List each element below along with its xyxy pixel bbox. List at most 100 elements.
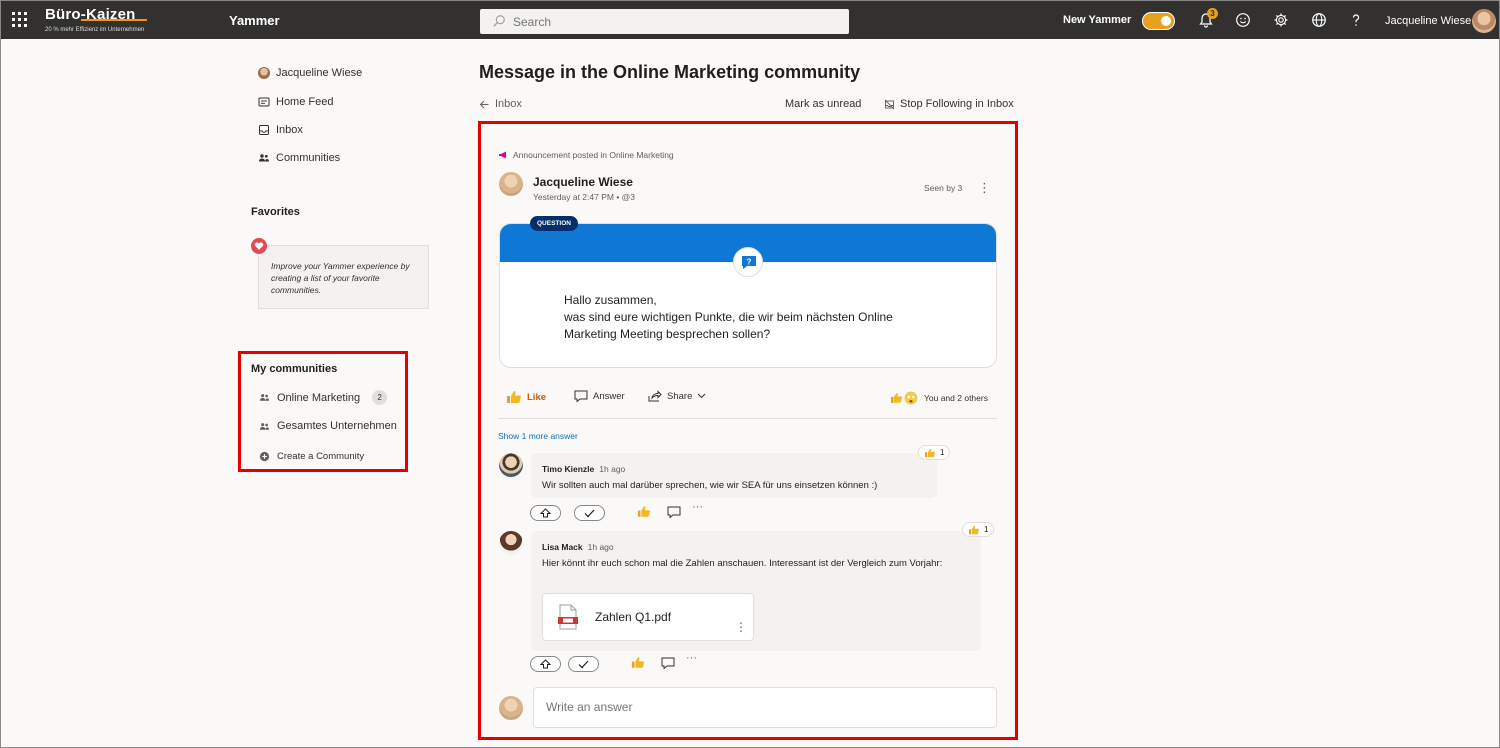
inbox-off-icon [884, 99, 895, 109]
like-reaction-icon[interactable] [637, 505, 651, 518]
search-input[interactable] [513, 13, 833, 30]
heart-icon [251, 238, 267, 254]
like-button[interactable]: Like [506, 390, 546, 404]
reply-comment-icon[interactable] [661, 657, 675, 669]
app-launcher-icon[interactable] [12, 12, 28, 28]
globe-icon[interactable] [1311, 12, 1327, 28]
community-label: Gesamtes Unternehmen [277, 420, 397, 432]
smiley-icon[interactable] [1235, 12, 1251, 28]
answer-button[interactable]: Answer [574, 390, 625, 402]
new-yammer-toggle[interactable] [1142, 12, 1175, 30]
share-icon [648, 390, 662, 402]
sidebar-item-label: Communities [276, 152, 341, 164]
sidebar-item-gesamtes-unternehmen[interactable]: Gesamtes Unternehmen [259, 420, 397, 432]
comment-more-options-icon[interactable]: ··· [686, 652, 697, 664]
mark-best-answer-button[interactable] [574, 505, 605, 521]
question-card: ? Hallo zusammen, was sind eure wichtige… [499, 223, 997, 368]
question-line-2: was sind eure wichtigen Punkte, die wir … [564, 310, 893, 341]
pdf-file-icon [558, 604, 578, 630]
new-yammer-label: New Yammer [1063, 14, 1132, 26]
reactions-summary-label: You and 2 others [924, 393, 988, 403]
commenter-name[interactable]: Lisa Mack [542, 542, 583, 552]
question-pill: QUESTION [530, 216, 578, 231]
notification-badge: 3 [1207, 8, 1218, 19]
arrow-up-icon [540, 508, 551, 518]
like-reaction-icon[interactable] [631, 656, 645, 669]
profile-avatar-icon [258, 67, 270, 79]
comment-time: 1h ago [587, 542, 614, 552]
question-line-1: Hallo zusammen, [564, 293, 657, 307]
thumbs-up-icon [969, 525, 979, 534]
file-more-options-icon[interactable]: ⋮ [735, 620, 747, 634]
chevron-down-icon [698, 393, 706, 399]
comment-reaction-chip[interactable]: 1 [918, 445, 951, 460]
sidebar-item-profile[interactable]: Jacqueline Wiese [258, 67, 362, 79]
page-title: Message in the Online Marketing communit… [479, 62, 861, 82]
gear-icon[interactable] [1273, 12, 1289, 28]
comment-reaction-chip[interactable]: 1 [962, 522, 995, 537]
reply-input[interactable] [546, 700, 986, 714]
comment-bubble: Timo Kienzle 1h ago Wir sollten auch mal … [531, 453, 937, 498]
sidebar-item-label: Jacqueline Wiese [276, 67, 363, 79]
search-box[interactable] [480, 9, 849, 34]
upvote-button[interactable] [530, 656, 561, 672]
answer-label: Answer [593, 390, 625, 402]
file-name: Zahlen Q1.pdf [595, 610, 672, 624]
reply-box[interactable] [533, 687, 997, 728]
mark-best-answer-button[interactable] [568, 656, 599, 672]
sidebar-item-communities[interactable]: Communities [258, 152, 340, 164]
show-more-answers-link[interactable]: Show 1 more answer [498, 431, 578, 441]
unread-count-badge: 2 [372, 390, 388, 405]
post-context-label: Announcement posted in Online Marketing [498, 150, 674, 160]
sidebar-item-home-feed[interactable]: Home Feed [258, 96, 333, 108]
post-more-options-icon[interactable]: ⋮ [978, 180, 991, 196]
reaction-emojis-icon [891, 391, 918, 405]
brand-underline [81, 19, 147, 21]
commenter-avatar[interactable] [499, 453, 523, 477]
commenter-avatar[interactable] [499, 531, 523, 555]
thumbs-up-icon [507, 391, 521, 403]
mark-unread-button[interactable]: Mark as unread [785, 98, 861, 110]
back-label: Inbox [495, 98, 522, 110]
upvote-button[interactable] [530, 505, 561, 521]
user-name[interactable]: Jacqueline Wiese [1385, 15, 1471, 27]
plus-circle-icon [259, 451, 270, 462]
reply-comment-icon[interactable] [667, 506, 681, 518]
sidebar-item-online-marketing[interactable]: Online Marketing 2 [259, 390, 388, 405]
question-body: Hallo zusammen, was sind eure wichtigen … [564, 292, 944, 343]
seen-by-link[interactable]: Seen by 3 [924, 183, 962, 193]
commenter-name[interactable]: Timo Kienzle [542, 464, 594, 474]
post-context-text: Announcement posted in Online Marketing [513, 150, 674, 160]
reactions-summary[interactable]: You and 2 others [889, 390, 988, 406]
brand-tagline: 20 % mehr Effizienz im Unternehmen [45, 27, 145, 33]
post-meta: Yesterday at 2:47 PM • @3 [533, 192, 636, 202]
create-community-button[interactable]: Create a Community [259, 451, 364, 462]
reaction-count: 1 [940, 448, 945, 457]
inbox-icon [259, 125, 269, 135]
file-attachment[interactable]: Zahlen Q1.pdf ⋮ [542, 593, 754, 641]
favorites-heading: Favorites [251, 206, 300, 218]
community-icon [259, 394, 270, 401]
comment-more-options-icon[interactable]: ··· [692, 501, 703, 513]
help-icon[interactable] [1348, 12, 1364, 28]
stop-following-button[interactable]: Stop Following in Inbox [884, 98, 1014, 110]
user-avatar[interactable] [1472, 9, 1496, 33]
share-button[interactable]: Share [648, 390, 706, 402]
back-to-inbox-link[interactable]: Inbox [479, 98, 522, 110]
question-bubble-icon: ? [733, 247, 763, 277]
current-user-avatar [499, 696, 523, 720]
author-name[interactable]: Jacqueline Wiese [533, 175, 633, 189]
stop-following-label: Stop Following in Inbox [900, 98, 1014, 110]
author-avatar[interactable] [499, 172, 523, 196]
sidebar-item-inbox[interactable]: Inbox [258, 124, 303, 136]
arrow-up-icon [540, 659, 551, 669]
app-name[interactable]: Yammer [229, 13, 280, 28]
checkmark-icon [578, 660, 589, 668]
svg-text:?: ? [747, 258, 752, 267]
checkmark-icon [584, 509, 595, 517]
comment-text: Wir sollten auch mal darüber sprechen, w… [542, 480, 878, 491]
comment-text: Hier könnt ihr euch schon mal die Zahlen… [542, 558, 943, 569]
like-label: Like [527, 391, 547, 403]
sidebar-item-label: Inbox [276, 124, 303, 136]
post-divider [498, 418, 997, 419]
